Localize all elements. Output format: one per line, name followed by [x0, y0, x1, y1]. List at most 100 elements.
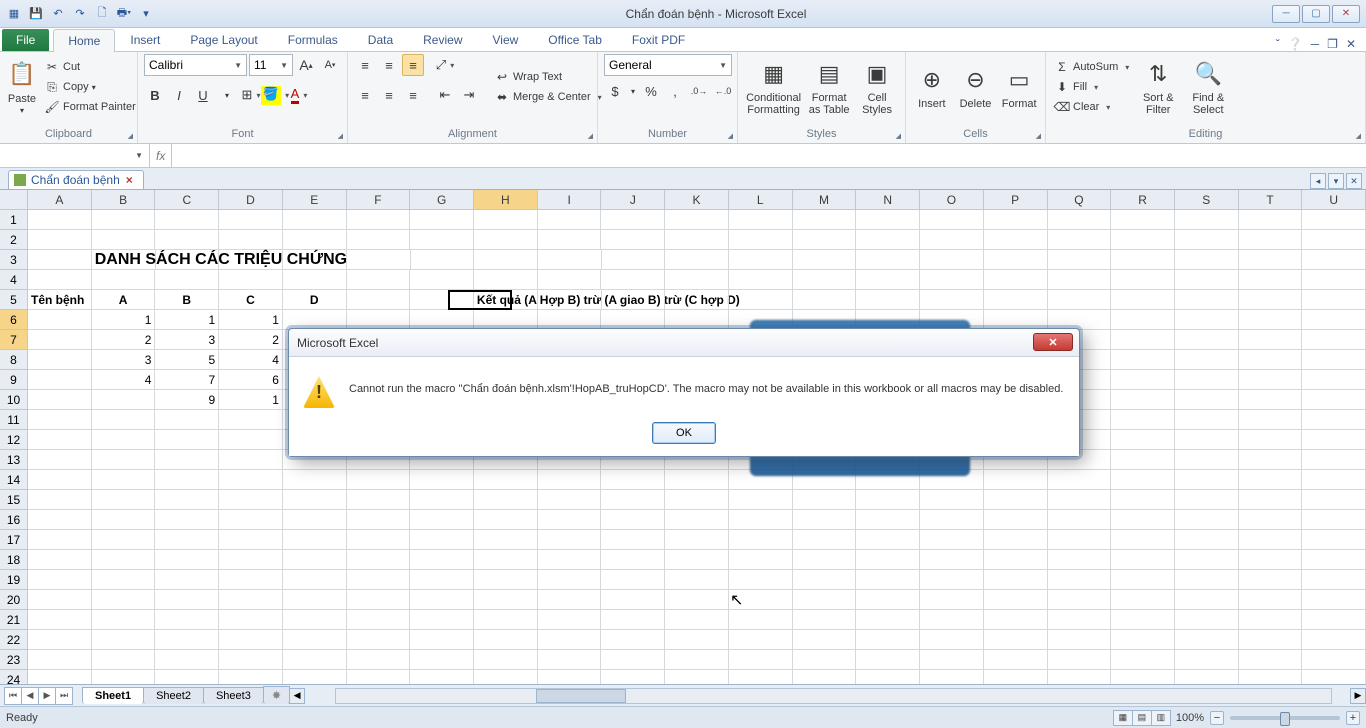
cell[interactable] — [28, 350, 92, 370]
cell[interactable] — [1175, 270, 1239, 290]
cell[interactable] — [219, 550, 283, 570]
cell[interactable] — [793, 510, 857, 530]
cell[interactable] — [283, 570, 347, 590]
shrink-font-button[interactable]: A▾ — [319, 54, 341, 76]
fill-color-button[interactable]: 🪣▾ — [264, 84, 286, 106]
cell[interactable] — [474, 650, 538, 670]
cell[interactable] — [28, 570, 92, 590]
cell[interactable] — [984, 310, 1048, 330]
cell[interactable] — [1175, 370, 1239, 390]
name-box[interactable]: ▼ — [0, 144, 150, 167]
cell[interactable] — [410, 510, 474, 530]
tab-insert[interactable]: Insert — [115, 28, 175, 51]
cell[interactable] — [474, 570, 538, 590]
cell[interactable] — [410, 610, 474, 630]
cell[interactable] — [920, 290, 984, 310]
cell[interactable] — [28, 490, 92, 510]
cell[interactable] — [665, 230, 729, 250]
cell[interactable] — [28, 250, 92, 270]
font-color-button[interactable]: A▾ — [288, 84, 310, 106]
cell[interactable] — [28, 210, 92, 230]
cell[interactable] — [1239, 370, 1303, 390]
close-button[interactable]: ✕ — [1332, 5, 1360, 23]
cell[interactable] — [347, 470, 411, 490]
sheet-nav-first-icon[interactable]: ⏮ — [4, 687, 22, 705]
cell[interactable] — [601, 210, 665, 230]
cell[interactable] — [28, 390, 92, 410]
cell[interactable] — [155, 590, 219, 610]
cell[interactable] — [1302, 670, 1366, 684]
cell[interactable] — [474, 510, 538, 530]
cell[interactable] — [920, 650, 984, 670]
cell[interactable] — [793, 290, 857, 310]
minimize-ribbon-icon[interactable]: ˇ — [1276, 37, 1280, 51]
cell[interactable] — [28, 330, 92, 350]
cell[interactable] — [1302, 250, 1366, 270]
cell[interactable] — [920, 610, 984, 630]
cell[interactable] — [1175, 570, 1239, 590]
cell[interactable] — [1239, 290, 1303, 310]
cell[interactable] — [1302, 490, 1366, 510]
cell[interactable] — [984, 650, 1048, 670]
wb-bar-left-icon[interactable]: ◂ — [1310, 173, 1326, 189]
cell[interactable] — [155, 230, 219, 250]
cell[interactable] — [219, 570, 283, 590]
row-header[interactable]: 2 — [0, 230, 27, 250]
wb-min-icon[interactable]: ─ — [1311, 37, 1320, 51]
cell[interactable] — [1302, 470, 1366, 490]
sheet-tab-1[interactable]: Sheet1 — [82, 687, 144, 704]
row-header[interactable]: 3 — [0, 250, 27, 270]
cell[interactable] — [474, 310, 538, 330]
cell[interactable] — [1048, 210, 1112, 230]
cell[interactable] — [1239, 430, 1303, 450]
cell[interactable] — [856, 490, 920, 510]
cell[interactable] — [538, 230, 602, 250]
column-header[interactable]: Q — [1048, 190, 1112, 209]
cell[interactable] — [538, 250, 602, 270]
cell[interactable] — [28, 590, 92, 610]
column-header[interactable]: U — [1302, 190, 1366, 209]
cell[interactable] — [1239, 250, 1303, 270]
cell[interactable] — [1175, 330, 1239, 350]
cell[interactable] — [410, 670, 474, 684]
cell[interactable] — [1302, 330, 1366, 350]
cell[interactable] — [729, 550, 793, 570]
cell[interactable] — [92, 650, 156, 670]
excel-icon[interactable]: ▦ — [4, 4, 24, 24]
row-header[interactable]: 24 — [0, 670, 27, 684]
cell[interactable] — [856, 650, 920, 670]
cell[interactable] — [1302, 410, 1366, 430]
align-right-button[interactable]: ≡ — [402, 84, 424, 106]
row-header[interactable]: 13 — [0, 450, 27, 470]
cell[interactable] — [219, 230, 283, 250]
cell[interactable] — [1175, 250, 1239, 270]
cell[interactable] — [219, 470, 283, 490]
cell[interactable] — [410, 270, 474, 290]
row-header[interactable]: 4 — [0, 270, 27, 290]
align-left-button[interactable]: ≡ — [354, 84, 376, 106]
cell[interactable] — [1239, 390, 1303, 410]
column-header[interactable]: C — [155, 190, 219, 209]
wrap-text-button[interactable]: ↩Wrap Text — [492, 68, 604, 86]
percent-button[interactable]: % — [640, 80, 662, 102]
number-format-combo[interactable]: General▼ — [604, 54, 732, 76]
cell[interactable] — [793, 490, 857, 510]
cell[interactable] — [793, 650, 857, 670]
cell[interactable] — [793, 610, 857, 630]
cell[interactable] — [601, 610, 665, 630]
cell[interactable] — [538, 650, 602, 670]
cell[interactable] — [729, 210, 793, 230]
column-header[interactable]: J — [601, 190, 665, 209]
view-pagebreak-button[interactable]: ▥ — [1151, 710, 1171, 726]
delete-cells-button[interactable]: ⊖Delete — [956, 54, 996, 120]
cell[interactable] — [92, 570, 156, 590]
cell[interactable] — [410, 550, 474, 570]
cell[interactable] — [729, 630, 793, 650]
cell[interactable] — [729, 570, 793, 590]
borders-button[interactable]: ⊞▾ — [240, 84, 262, 106]
cell[interactable]: 4 — [219, 350, 283, 370]
row-header[interactable]: 19 — [0, 570, 27, 590]
cell[interactable] — [1302, 550, 1366, 570]
cell[interactable] — [793, 270, 857, 290]
clear-button[interactable]: ⌫Clear▾ — [1052, 98, 1131, 116]
